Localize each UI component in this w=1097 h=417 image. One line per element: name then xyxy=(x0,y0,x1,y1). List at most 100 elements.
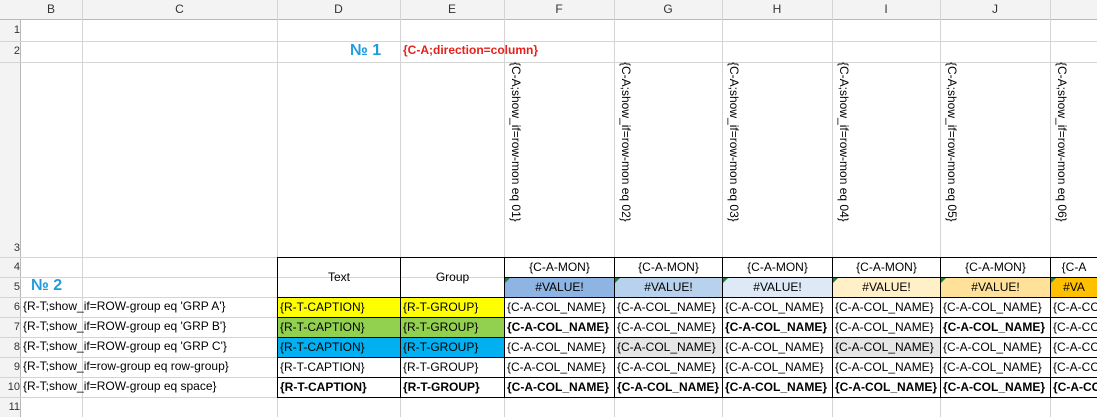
col-name-cell[interactable]: {C-A-COL_NAME} xyxy=(722,297,833,318)
error-indicator-icon xyxy=(615,278,620,283)
col-name-cell[interactable]: {C-A-COL_NAME} xyxy=(722,357,833,378)
col-name-cell[interactable]: {C-A-COL_NAME} xyxy=(614,297,723,318)
row-rule-label[interactable]: {R-T;show_if=ROW-group eq 'GRP A'} xyxy=(21,297,281,317)
col-name-cell[interactable]: {C-A-COL_NAME} xyxy=(504,377,615,398)
col-name-cell[interactable]: {C-A-COL_NAME} xyxy=(504,297,615,318)
row-header-9[interactable]: 9 xyxy=(0,357,20,377)
col-name-cell[interactable]: {C-A-COL_NAME} xyxy=(832,337,941,358)
header-value-cell[interactable]: #VALUE! xyxy=(940,277,1051,298)
row-header-7[interactable]: 7 xyxy=(0,317,20,337)
col-name-cell[interactable]: {C-A-COL_NAME} xyxy=(832,357,941,378)
gridline xyxy=(0,41,1097,42)
header-value-cell[interactable]: #VALUE! xyxy=(722,277,833,298)
caption-cell[interactable]: {R-T-CAPTION} xyxy=(277,357,401,378)
header-value-cell[interactable]: #VALUE! xyxy=(832,277,941,298)
header-value-cell[interactable]: #VALUE! xyxy=(614,277,723,298)
vertical-label-text: {C-A;show_if=row-mon eq 06} xyxy=(1055,62,1069,222)
row-header-10[interactable]: 10 xyxy=(0,377,20,397)
col-name-cell[interactable]: {C-A-CC xyxy=(1050,337,1097,358)
col-name-cell[interactable]: {C-A-COL_NAME} xyxy=(614,377,723,398)
column-header-e[interactable]: E xyxy=(400,0,504,19)
caption-cell[interactable]: {R-T-CAPTION} xyxy=(277,337,401,358)
row-header-5[interactable]: 5 xyxy=(0,277,20,297)
col-name-cell[interactable]: {C-A-COL_NAME} xyxy=(614,317,723,338)
caption-cell[interactable]: {R-T-CAPTION} xyxy=(277,377,401,398)
error-indicator-icon xyxy=(1051,278,1056,283)
col-name-cell[interactable]: {C-A-COL_NAME} xyxy=(940,357,1051,378)
row-rule-label[interactable]: {R-T;show_if=ROW-group eq space} xyxy=(21,377,281,397)
error-indicator-icon xyxy=(723,278,728,283)
column-header-b[interactable]: B xyxy=(20,0,82,19)
col-name-cell[interactable]: {C-A-COL_NAME} xyxy=(504,337,615,358)
direction-label: {C-A;direction=column} xyxy=(403,43,539,57)
col-name-cell[interactable]: {C-A-COL_NAME} xyxy=(504,317,615,338)
row-header-8[interactable]: 8 xyxy=(0,337,20,357)
header-mon-cell[interactable]: {C-A-MON} xyxy=(832,257,941,278)
col-name-cell[interactable]: {C-A-COL_NAME} xyxy=(722,317,833,338)
group-cell[interactable]: {R-T-GROUP} xyxy=(400,377,505,398)
group-cell[interactable]: {R-T-GROUP} xyxy=(400,357,505,378)
caption-cell[interactable]: {R-T-CAPTION} xyxy=(277,297,401,318)
col-name-cell[interactable]: {C-A-COL_NAME} xyxy=(940,377,1051,398)
header-mon-cell[interactable]: {C-A-MON} xyxy=(614,257,723,278)
vertical-label-text: {C-A;show_if=row-mon eq 05} xyxy=(945,62,959,222)
vertical-label: {C-A;show_if=row-mon eq 05} xyxy=(943,62,962,257)
header-mon-cell[interactable]: {C-A-MON} xyxy=(940,257,1051,278)
group-cell[interactable]: {R-T-GROUP} xyxy=(400,297,505,318)
row-header-6[interactable]: 6 xyxy=(0,297,20,317)
row-header-3[interactable]: 3 xyxy=(0,62,20,257)
column-header-g[interactable]: G xyxy=(614,0,722,19)
col-name-cell[interactable]: {C-A-COL_NAME} xyxy=(940,337,1051,358)
row-rule-label[interactable]: {R-T;show_if=row-group eq row-group} xyxy=(21,357,281,377)
col-name-cell[interactable]: {C-A-COL_NAME} xyxy=(614,337,723,358)
vertical-label: {C-A;show_if=row-mon eq 02} xyxy=(617,62,636,257)
gridline xyxy=(0,62,1097,63)
header-group-cell[interactable]: Group xyxy=(400,257,505,298)
col-name-cell[interactable]: {C-A-COL_NAME} xyxy=(832,297,941,318)
vertical-label-text: {C-A;show_if=row-mon eq 03} xyxy=(727,62,741,222)
caption-cell[interactable]: {R-T-CAPTION} xyxy=(277,317,401,338)
spreadsheet[interactable]: B C D E F G H I J 1 2 3 4 5 6 7 8 9 10 11 № 1 {C-A;direction=… xyxy=(0,0,1097,417)
col-name-cell[interactable]: {C-A-CC xyxy=(1050,297,1097,318)
col-name-cell[interactable]: {C-A-CC xyxy=(1050,317,1097,338)
row-rule-label[interactable]: {R-T;show_if=ROW-group eq 'GRP B'} xyxy=(21,317,281,337)
column-header-d[interactable]: D xyxy=(277,0,400,19)
header-value-cell[interactable]: #VA xyxy=(1050,277,1097,298)
group-cell[interactable]: {R-T-GROUP} xyxy=(400,317,505,338)
vertical-label: {C-A;show_if=row-mon eq 01} xyxy=(507,62,526,257)
row-header-11[interactable]: 11 xyxy=(0,397,20,417)
header-mon-cell[interactable]: {C-A xyxy=(1050,257,1097,278)
row-rule-label[interactable]: {R-T;show_if=ROW-group eq 'GRP C'} xyxy=(21,337,281,357)
vertical-label: {C-A;show_if=row-mon eq 04} xyxy=(835,62,854,257)
column-header-h[interactable]: H xyxy=(722,0,832,19)
group-cell[interactable]: {R-T-GROUP} xyxy=(400,337,505,358)
col-name-cell[interactable]: {C-A-COL_NAME} xyxy=(504,357,615,378)
col-name-cell[interactable]: {C-A-COL_NAME} xyxy=(940,297,1051,318)
header-mon-cell[interactable]: {C-A-MON} xyxy=(504,257,615,278)
column-header-c[interactable]: C xyxy=(82,0,277,19)
row-header-1[interactable]: 1 xyxy=(0,20,20,41)
column-header-j[interactable]: J xyxy=(940,0,1050,19)
row-header-4[interactable]: 4 xyxy=(0,257,20,277)
col-name-cell[interactable]: {C-A-CC xyxy=(1050,377,1097,398)
header-value-cell[interactable]: #VALUE! xyxy=(504,277,615,298)
column-header-f[interactable]: F xyxy=(504,0,614,19)
row-header-2[interactable]: 2 xyxy=(0,41,20,62)
error-indicator-icon xyxy=(833,278,838,283)
col-name-cell[interactable]: {C-A-COL_NAME} xyxy=(722,337,833,358)
vertical-label-text: {C-A;show_if=row-mon eq 02} xyxy=(619,62,633,222)
col-name-cell[interactable]: {C-A-COL_NAME} xyxy=(832,377,941,398)
col-name-cell[interactable]: {C-A-COL_NAME} xyxy=(832,317,941,338)
title-n2: № 2 xyxy=(31,277,63,294)
header-text-cell[interactable]: Text xyxy=(277,257,401,298)
vertical-label-text: {C-A;show_if=row-mon eq 01} xyxy=(509,62,523,222)
col-name-cell[interactable]: {C-A-CC xyxy=(1050,357,1097,378)
col-name-cell[interactable]: {C-A-COL_NAME} xyxy=(722,377,833,398)
column-header-i[interactable]: I xyxy=(832,0,940,19)
vertical-label-text: {C-A;show_if=row-mon eq 04} xyxy=(837,62,851,222)
title-n1: № 1 xyxy=(350,42,382,59)
vertical-label: {C-A;show_if=row-mon eq 06} xyxy=(1053,62,1072,257)
col-name-cell[interactable]: {C-A-COL_NAME} xyxy=(614,357,723,378)
col-name-cell[interactable]: {C-A-COL_NAME} xyxy=(940,317,1051,338)
header-mon-cell[interactable]: {C-A-MON} xyxy=(722,257,833,278)
